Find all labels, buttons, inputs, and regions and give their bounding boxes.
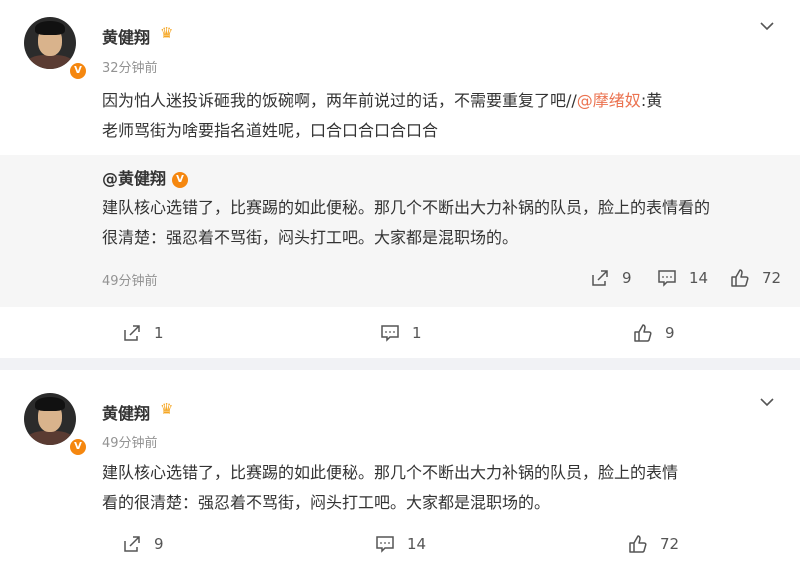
repost-comment-button[interactable]: 14 [657,268,708,288]
comment-count: 14 [407,535,427,553]
comment-button[interactable]: 1 [380,323,422,343]
post-text-line: 看的很清楚：强忍着不骂街，闷头打工吧。大家都是混职场的。 [102,493,551,512]
thumbs-up-icon [629,535,647,553]
author-name[interactable]: 黄健翔 [102,24,150,48]
share-count: 9 [154,535,164,553]
avatar[interactable] [24,393,76,445]
verified-v-icon: V [172,171,189,188]
share-icon [124,536,140,552]
repost-box[interactable]: @黄健翔 V 建队核心选错了，比赛踢的如此便秘。那几个不断出大力补锅的队员，脸上的… [0,155,800,307]
comment-icon [376,536,394,553]
like-count: 72 [660,535,680,553]
post-text-part: :黄 [640,91,663,110]
repost-text-line: 很清楚：强忍着不骂街，闷头打工吧。大家都是混职场的。 [102,228,519,247]
thumbs-up-icon [634,324,652,342]
share-button[interactable]: 1 [122,323,164,343]
verified-v-icon: V [68,437,88,457]
like-count: 72 [762,269,782,287]
repost-author-name[interactable]: @黄健翔 [102,169,166,188]
share-count: 9 [622,269,632,287]
repost-author[interactable]: @黄健翔 V [102,165,189,189]
thumbs-up-icon [731,269,749,287]
like-button[interactable]: 72 [628,534,679,554]
comment-icon [381,325,399,342]
share-icon [592,270,608,286]
post-text-line: 建队核心选错了，比赛踢的如此便秘。那几个不断出大力补锅的队员，脸上的表情 [102,463,679,482]
crown-icon[interactable]: ♛ [160,24,173,42]
repost-text: 建队核心选错了，比赛踢的如此便秘。那几个不断出大力补锅的队员，脸上的表情看的 很… [102,193,782,253]
post-text-part: 因为怕人迷投诉砸我的饭碗啊，两年前说过的话，不需要重复了吧// [102,91,577,110]
repost-share-button[interactable]: 9 [590,268,632,288]
author-name[interactable]: 黄健翔 [102,400,150,424]
comment-icon [658,270,676,287]
post-card: V 黄健翔 ♛ 32分钟前 因为怕人迷投诉砸我的饭碗啊，两年前说过的话，不需要重… [0,0,800,358]
like-count: 9 [665,324,675,342]
share-button[interactable]: 9 [122,534,164,554]
post-text: 因为怕人迷投诉砸我的饭碗啊，两年前说过的话，不需要重复了吧//@摩绪奴:黄 老师… [102,86,782,146]
post-time[interactable]: 49分钟前 [102,432,158,451]
repost-text-line: 建队核心选错了，比赛踢的如此便秘。那几个不断出大力补锅的队员，脸上的表情看的 [102,198,711,217]
comment-button[interactable]: 14 [375,534,426,554]
comment-count: 1 [412,324,422,342]
repost-like-button[interactable]: 72 [730,268,781,288]
post-time[interactable]: 32分钟前 [102,57,158,76]
avatar[interactable] [24,17,76,69]
crown-icon[interactable]: ♛ [160,400,173,418]
comment-count: 14 [689,269,709,287]
chevron-down-icon[interactable] [759,394,775,410]
post-card: V 黄健翔 ♛ 49分钟前 建队核心选错了，比赛踢的如此便秘。那几个不断出大力补… [0,370,800,570]
share-icon [124,325,140,341]
chevron-down-icon[interactable] [759,18,775,34]
like-button[interactable]: 9 [633,323,675,343]
verified-v-icon: V [68,61,88,81]
post-text: 建队核心选错了，比赛踢的如此便秘。那几个不断出大力补锅的队员，脸上的表情 看的很… [102,458,782,518]
post-text-line: 老师骂街为啥要指名道姓呢，口合口合口合口合 [102,121,439,140]
share-count: 1 [154,324,164,342]
repost-time[interactable]: 49分钟前 [102,270,158,289]
mention-link[interactable]: @摩绪奴 [577,91,641,110]
